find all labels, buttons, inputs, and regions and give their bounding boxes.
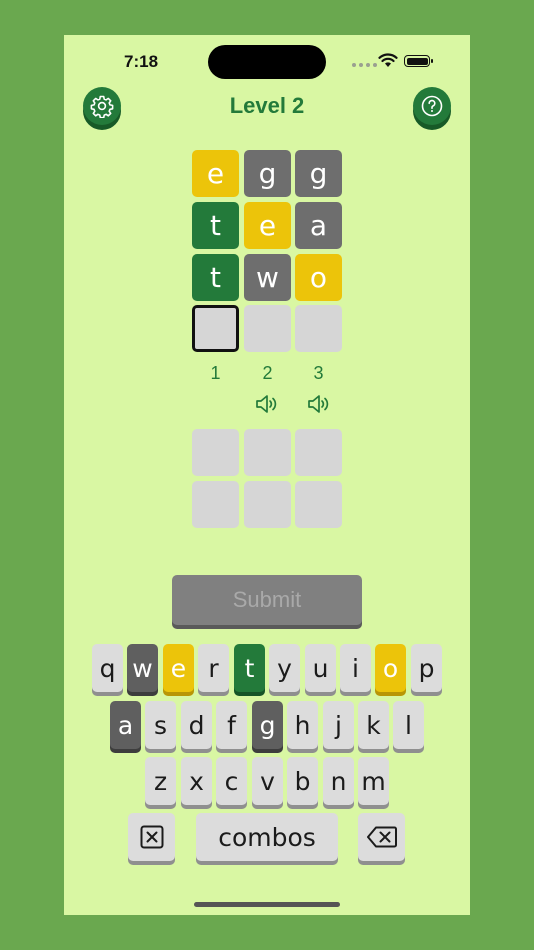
- speaker-icon[interactable]: [307, 393, 333, 415]
- key[interactable]: y: [269, 644, 300, 692]
- active-input-tile[interactable]: [192, 305, 239, 352]
- key[interactable]: k: [358, 701, 389, 749]
- key[interactable]: p: [411, 644, 442, 692]
- key[interactable]: n: [323, 757, 354, 805]
- cellular-signal-icon: [352, 63, 377, 67]
- app-screen: 7:18 Level 2 e g g t e a t w o 1 2 3 Sub…: [64, 35, 470, 915]
- guess-tile: e: [244, 202, 291, 249]
- guess-tile: o: [295, 254, 342, 301]
- key[interactable]: a: [110, 701, 141, 749]
- dynamic-island: [208, 45, 326, 79]
- guess-tile: t: [192, 254, 239, 301]
- key[interactable]: i: [340, 644, 371, 692]
- key[interactable]: w: [127, 644, 158, 692]
- submit-button[interactable]: Submit: [172, 575, 362, 625]
- home-indicator: [194, 902, 340, 907]
- battery-icon: [404, 55, 433, 67]
- key[interactable]: j: [323, 701, 354, 749]
- combo-tile: [192, 429, 239, 476]
- help-button[interactable]: [413, 87, 451, 125]
- key[interactable]: t: [234, 644, 265, 692]
- key[interactable]: u: [305, 644, 336, 692]
- key[interactable]: d: [181, 701, 212, 749]
- combo-tile: [295, 429, 342, 476]
- column-number: 2: [262, 363, 273, 383]
- guess-tile: t: [192, 202, 239, 249]
- guess-tile: g: [295, 150, 342, 197]
- backspace-button[interactable]: [358, 813, 405, 861]
- key[interactable]: q: [92, 644, 123, 692]
- column-number: 1: [210, 363, 221, 383]
- guess-tile: e: [192, 150, 239, 197]
- wifi-icon: [378, 53, 398, 67]
- question-icon: [421, 95, 443, 117]
- clear-icon: [140, 825, 163, 849]
- combo-tile: [192, 481, 239, 528]
- key[interactable]: z: [145, 757, 176, 805]
- key[interactable]: c: [216, 757, 247, 805]
- combo-tile: [244, 481, 291, 528]
- input-tile[interactable]: [244, 305, 291, 352]
- key[interactable]: b: [287, 757, 318, 805]
- key[interactable]: e: [163, 644, 194, 692]
- key[interactable]: r: [198, 644, 229, 692]
- guess-tile: w: [244, 254, 291, 301]
- key[interactable]: m: [358, 757, 389, 805]
- key[interactable]: x: [181, 757, 212, 805]
- key[interactable]: f: [216, 701, 247, 749]
- status-time: 7:18: [124, 52, 159, 71]
- key[interactable]: l: [393, 701, 424, 749]
- key[interactable]: s: [145, 701, 176, 749]
- key[interactable]: v: [252, 757, 283, 805]
- column-number: 3: [313, 363, 324, 383]
- key[interactable]: h: [287, 701, 318, 749]
- speaker-icon[interactable]: [255, 393, 281, 415]
- key[interactable]: g: [252, 701, 283, 749]
- input-tile[interactable]: [295, 305, 342, 352]
- page-title: Level 2: [229, 93, 305, 118]
- combo-tile: [295, 481, 342, 528]
- key[interactable]: o: [375, 644, 406, 692]
- combo-tile: [244, 429, 291, 476]
- guess-tile: g: [244, 150, 291, 197]
- backspace-icon: [366, 826, 397, 848]
- guess-tile: a: [295, 202, 342, 249]
- combos-button[interactable]: combos: [196, 813, 338, 861]
- clear-button[interactable]: [128, 813, 175, 861]
